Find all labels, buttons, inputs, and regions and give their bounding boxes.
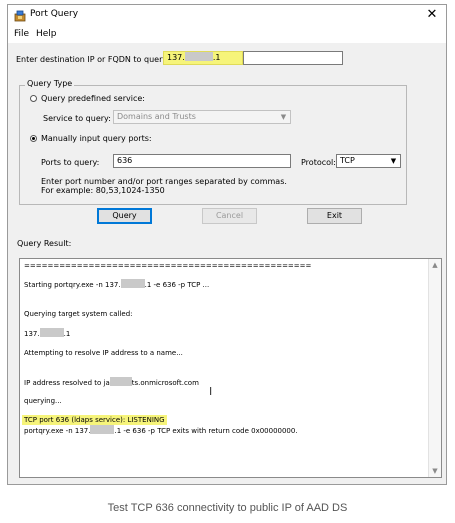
redaction-block	[109, 377, 132, 386]
protocol-select[interactable]: TCP ▼	[336, 154, 401, 168]
result-line-highlighted: TCP port 636 (ldaps service): LISTENING	[22, 415, 167, 425]
destination-input-rest[interactable]	[243, 51, 343, 65]
redaction-block	[90, 425, 115, 434]
query-result-label: Query Result:	[17, 239, 72, 248]
redaction-block	[39, 328, 64, 337]
scroll-up-icon[interactable]: ▲	[429, 259, 441, 271]
result-text: portqry.exe -n 137.	[24, 427, 91, 435]
result-line: Starting portqry.exe -n 137. .1 -e 636 -p…	[24, 279, 209, 290]
manual-ports-radio[interactable]	[30, 135, 37, 142]
manual-ports-label: Manually input query ports:	[41, 134, 152, 143]
redaction-block	[120, 279, 145, 288]
scroll-down-icon[interactable]: ▼	[429, 465, 441, 477]
result-scrollbar[interactable]: ▲ ▼	[428, 259, 441, 477]
result-line: Attempting to resolve IP address to a na…	[24, 349, 183, 357]
result-line: IP address resolved to ja ts.onmicrosoft.…	[24, 377, 199, 388]
chevron-down-icon: ▼	[280, 113, 287, 121]
result-text: 137.	[24, 330, 40, 338]
cancel-button: Cancel	[202, 208, 257, 224]
ports-label: Ports to query:	[41, 158, 100, 167]
result-text: .1	[63, 330, 71, 338]
result-line: portqry.exe -n 137. .1 -e 636 -p TCP exit…	[24, 425, 298, 436]
service-value: Domains and Trusts	[117, 112, 196, 121]
result-line: Querying target system called:	[24, 310, 133, 318]
exit-button[interactable]: Exit	[307, 208, 362, 224]
menu-bar: File Help	[8, 27, 446, 43]
protocol-label: Protocol:	[301, 158, 336, 167]
ports-help-line2: For example: 80,53,1024-1350	[41, 186, 165, 195]
query-button[interactable]: Query	[97, 208, 152, 224]
menu-file[interactable]: File	[14, 29, 29, 39]
predefined-service-radio[interactable]	[30, 95, 37, 102]
ports-value: 636	[117, 156, 133, 165]
title-bar: Port Query ✕	[8, 5, 446, 27]
result-text: ts.onmicrosoft.com	[131, 379, 199, 387]
ports-input[interactable]: 636	[113, 154, 291, 168]
result-separator: ========================================…	[24, 262, 312, 270]
result-text: .1 -e 636 -p TCP ...	[144, 281, 210, 289]
destination-value-suffix: .1	[212, 53, 221, 62]
result-text: IP address resolved to ja	[24, 379, 110, 387]
port-query-window: Port Query ✕ File Help Enter destination…	[7, 4, 447, 485]
service-label: Service to query:	[43, 114, 111, 123]
ports-help-line1: Enter port number and/or port ranges sep…	[41, 177, 287, 186]
close-icon[interactable]: ✕	[424, 7, 440, 23]
query-result-textarea[interactable]: ========================================…	[19, 258, 442, 478]
query-type-legend: Query Type	[25, 79, 75, 88]
result-line: 137. .1	[24, 328, 70, 339]
destination-value-prefix: 137.	[167, 53, 185, 62]
destination-input[interactable]: 137. .1	[163, 51, 243, 65]
protocol-value: TCP	[340, 156, 355, 165]
result-line: querying...	[24, 397, 62, 405]
text-cursor-icon: Ι	[209, 385, 213, 398]
figure-caption: Test TCP 636 connectivity to public IP o…	[107, 502, 348, 514]
result-text: .1 -e 636 -p TCP exits with return code …	[114, 427, 298, 435]
window-title: Port Query	[30, 9, 79, 19]
redaction-block	[184, 52, 213, 61]
service-select: Domains and Trusts ▼	[113, 110, 291, 124]
menu-help[interactable]: Help	[36, 29, 57, 39]
destination-label: Enter destination IP or FQDN to query:	[16, 55, 170, 64]
chevron-down-icon: ▼	[390, 157, 397, 165]
predefined-service-label: Query predefined service:	[41, 94, 145, 103]
app-icon	[14, 10, 26, 22]
result-text: Starting portqry.exe -n 137.	[24, 281, 121, 289]
